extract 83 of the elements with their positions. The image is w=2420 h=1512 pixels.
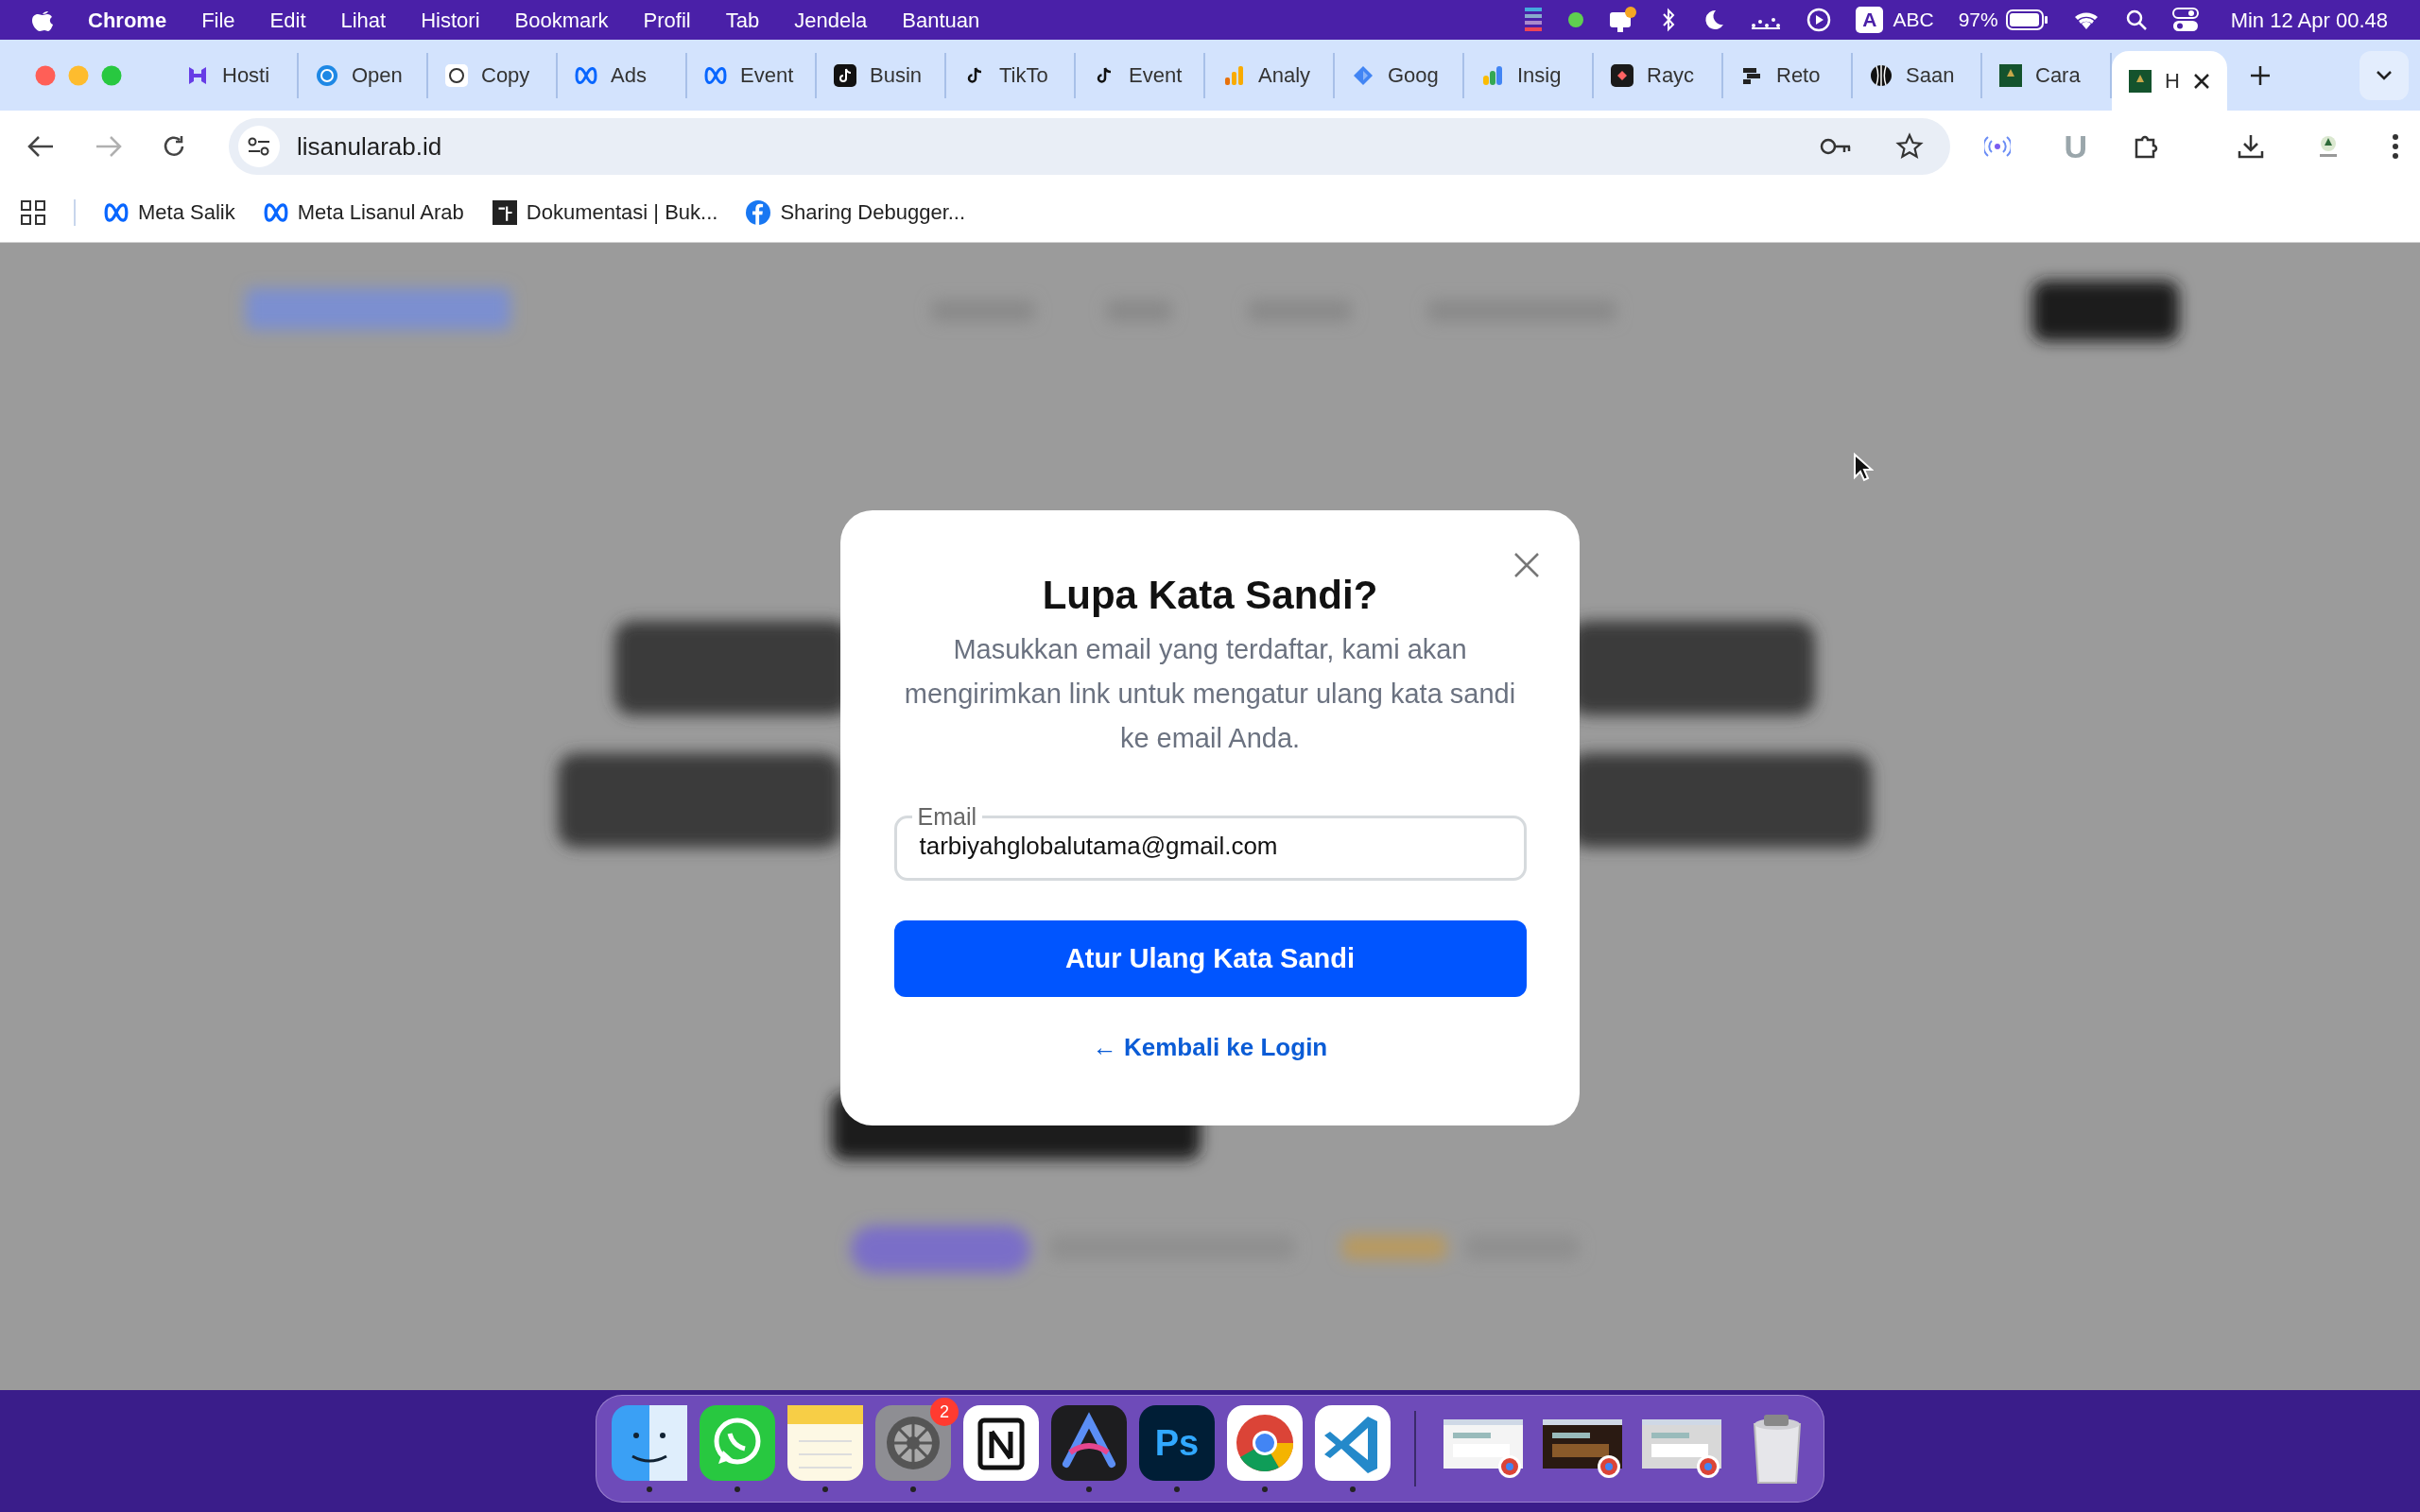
favicon-icon (1222, 63, 1245, 87)
menu-item[interactable]: File (201, 4, 235, 36)
tune-icon (247, 136, 271, 157)
menu-item[interactable]: Histori (421, 4, 480, 36)
control-center-icon[interactable] (2171, 8, 2199, 32)
browser-tab[interactable]: TikTo (946, 52, 1076, 98)
photoshop-app-icon[interactable]: Ps (1139, 1405, 1215, 1481)
chevron-down-icon (2376, 69, 2393, 81)
menu-item[interactable]: Edit (269, 4, 306, 36)
notification-badge: 2 (930, 1398, 959, 1426)
browser-tab[interactable]: H (2112, 51, 2227, 111)
browser-tab[interactable]: Reto (1723, 52, 1853, 98)
input-source-label: ABC (1893, 8, 1934, 33)
bookmark-link[interactable]: Sharing Debugger... (746, 197, 966, 228)
favicon-icon (1611, 63, 1634, 87)
favicon-icon (1352, 63, 1374, 87)
browser-tab[interactable]: Cara (1982, 52, 2112, 98)
notification-icon[interactable] (1608, 7, 1637, 33)
more-menu-icon[interactable] (2392, 133, 2399, 160)
broadcast-icon[interactable] (1984, 134, 2012, 159)
code-editor-icon[interactable] (1315, 1405, 1391, 1481)
browser-tab[interactable]: Analy (1205, 52, 1335, 98)
bookmark-favicon-icon (492, 199, 517, 225)
key-icon[interactable] (1820, 137, 1853, 156)
back-to-login-link[interactable]: ← Kembali ke Login (1092, 1029, 1328, 1066)
download-icon[interactable] (2237, 132, 2265, 161)
close-icon[interactable] (1513, 552, 1540, 578)
favicon-icon (1870, 63, 1893, 87)
browser-tab[interactable]: Open (299, 52, 428, 98)
status-dot-icon (1568, 12, 1584, 27)
star-icon[interactable] (1895, 132, 1925, 161)
browser-tab[interactable]: Event (687, 52, 817, 98)
browser-tab[interactable]: Insig (1464, 52, 1594, 98)
address-bar[interactable]: lisanularab.id (229, 118, 1951, 175)
menu-item[interactable]: Tab (725, 4, 760, 36)
input-source-badge[interactable]: A (1856, 7, 1884, 33)
close-tab-icon[interactable] (2193, 72, 2210, 90)
menu-item[interactable]: Bantuan (902, 4, 980, 36)
bookmark-favicon-icon (746, 199, 771, 225)
meter-icon[interactable] (1523, 6, 1545, 34)
browser-tab[interactable]: Event (1076, 52, 1205, 98)
whatsapp-icon[interactable] (700, 1405, 775, 1481)
arc-icon[interactable] (1051, 1405, 1127, 1481)
new-tab-icon[interactable] (2250, 64, 2271, 86)
favicon-icon (834, 63, 856, 87)
bookmark-link[interactable]: Meta Salik (104, 197, 235, 228)
app-menu[interactable]: Chrome (88, 4, 167, 36)
gear-icon[interactable] (875, 1405, 951, 1481)
browser-tab[interactable]: Hosti (169, 52, 299, 98)
favicon-icon (2129, 69, 2152, 93)
battery-percent: 97% (1958, 8, 1998, 33)
site-info-button[interactable] (238, 126, 280, 167)
browser-tab[interactable]: Ads (558, 52, 687, 98)
dialog-description: Masukkan email yang terdaftar, kami akan mengirimkan link untuk mengatur ulang kata sandi ke email Anda. (903, 633, 1517, 755)
play-circle-icon[interactable] (1806, 8, 1832, 32)
apps-grid-icon[interactable] (21, 199, 45, 225)
favicon-icon (1999, 63, 2022, 87)
browser-tab[interactable]: Busin (817, 52, 946, 98)
bookmark-link[interactable]: Meta Lisanul Arab (263, 197, 464, 228)
menu-item[interactable]: Profil (643, 4, 691, 36)
browser-tab[interactable]: Saan (1853, 52, 1982, 98)
menu-bar-clock[interactable]: Min 12 Apr 00.48 (2230, 4, 2388, 36)
browser-tab[interactable]: Goog (1335, 52, 1464, 98)
field-label: Email (916, 802, 977, 831)
favicon-icon (445, 63, 468, 87)
favicon-icon (1481, 63, 1504, 87)
bookmark-link[interactable]: Dokumentasi | Buk... (492, 197, 718, 228)
bluetooth-icon[interactable] (1661, 8, 1677, 32)
browser-tab[interactable]: Copy (428, 52, 558, 98)
reset-password-button[interactable]: Atur Ulang Kata Sandi (893, 920, 1527, 997)
finder-icon[interactable] (612, 1405, 687, 1481)
menu-item[interactable]: Bookmark (514, 4, 609, 36)
cursor-icon (1853, 453, 1874, 483)
browser-tab[interactable]: Rayc (1594, 52, 1723, 98)
menu-item[interactable]: Lihat (340, 4, 387, 36)
battery-icon[interactable] (2005, 9, 2048, 30)
dialog-title: Lupa Kata Sandi? (1042, 572, 1378, 619)
favicon-icon (316, 63, 338, 87)
chrome-icon[interactable] (1227, 1405, 1303, 1481)
menu-item[interactable]: Jendela (794, 4, 868, 36)
notes-icon[interactable] (787, 1405, 863, 1481)
search-icon[interactable] (2124, 9, 2148, 31)
url-text: lisanularab.id (297, 130, 442, 163)
